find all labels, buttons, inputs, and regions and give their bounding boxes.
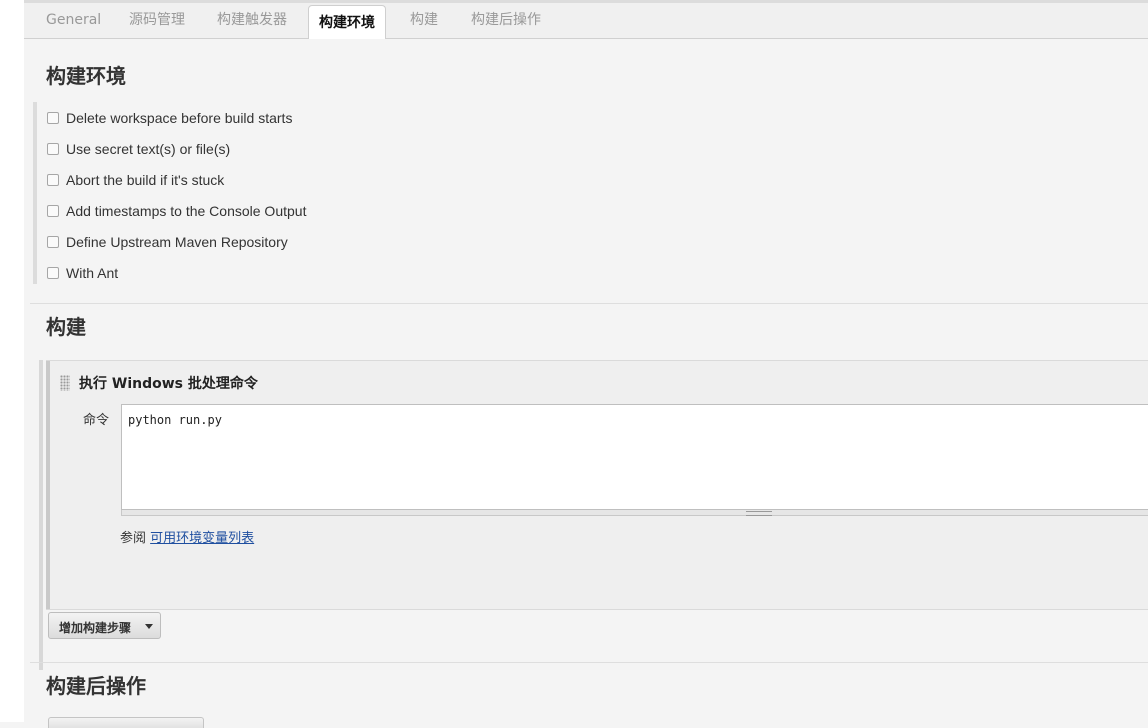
drag-handle-icon[interactable] [60, 375, 70, 391]
step-indent-bar [46, 361, 50, 609]
build-step-title: 执行 Windows 批处理命令 [79, 376, 258, 392]
tab-general[interactable]: General [46, 3, 101, 38]
config-tabbar: General 源码管理 构建触发器 构建环境 构建 构建后操作 [24, 3, 1148, 41]
see-also-prefix: 参阅 [120, 531, 151, 546]
tab-post-build[interactable]: 构建后操作 [471, 3, 541, 38]
checkbox[interactable] [47, 143, 59, 155]
build-indent-bar [39, 360, 43, 670]
option-label: Abort the build if it's stuck [66, 172, 225, 188]
resize-grip-icon[interactable] [746, 511, 772, 516]
option-label: Use secret text(s) or file(s) [66, 141, 231, 157]
config-content: 构建环境 Delete workspace before build start… [24, 39, 1148, 728]
command-textarea[interactable]: python run.py [121, 404, 1148, 510]
section-indent-bar [33, 102, 37, 284]
command-label: 命令 [83, 413, 110, 428]
checkbox[interactable] [47, 267, 59, 279]
env-vars-link[interactable]: 可用环境变量列表 [150, 531, 254, 546]
option-label: Define Upstream Maven Repository [66, 234, 288, 250]
build-step-windows-batch: 执行 Windows 批处理命令 命令 python run.py 参阅 可用环… [46, 360, 1148, 610]
textarea-resize-handle[interactable] [121, 510, 1148, 516]
tab-build[interactable]: 构建 [410, 3, 438, 38]
section-title-build: 构建 [46, 315, 86, 339]
option-label: Delete workspace before build starts [66, 110, 293, 126]
see-also-text: 参阅 可用环境变量列表 [120, 527, 254, 546]
left-sidebar-edge [0, 0, 25, 722]
option-label: With Ant [66, 265, 119, 281]
section-title-post-build: 构建后操作 [46, 674, 146, 698]
section-divider [30, 303, 1148, 304]
add-build-step-label: 增加构建步骤 [59, 621, 132, 635]
tab-build-triggers[interactable]: 构建触发器 [217, 3, 287, 38]
section-divider [30, 662, 1148, 663]
tab-scm[interactable]: 源码管理 [129, 3, 185, 38]
caret-down-icon [145, 624, 153, 629]
checkbox[interactable] [47, 174, 59, 186]
option-label: Add timestamps to the Console Output [66, 203, 307, 219]
checkbox[interactable] [47, 236, 59, 248]
tab-build-environment[interactable]: 构建环境 [308, 5, 386, 41]
checkbox[interactable] [47, 205, 59, 217]
checkbox[interactable] [47, 112, 59, 124]
add-build-step-button[interactable]: 增加构建步骤 [48, 612, 161, 639]
add-post-build-step-button[interactable] [48, 717, 204, 728]
section-title-build-environment: 构建环境 [46, 64, 126, 88]
